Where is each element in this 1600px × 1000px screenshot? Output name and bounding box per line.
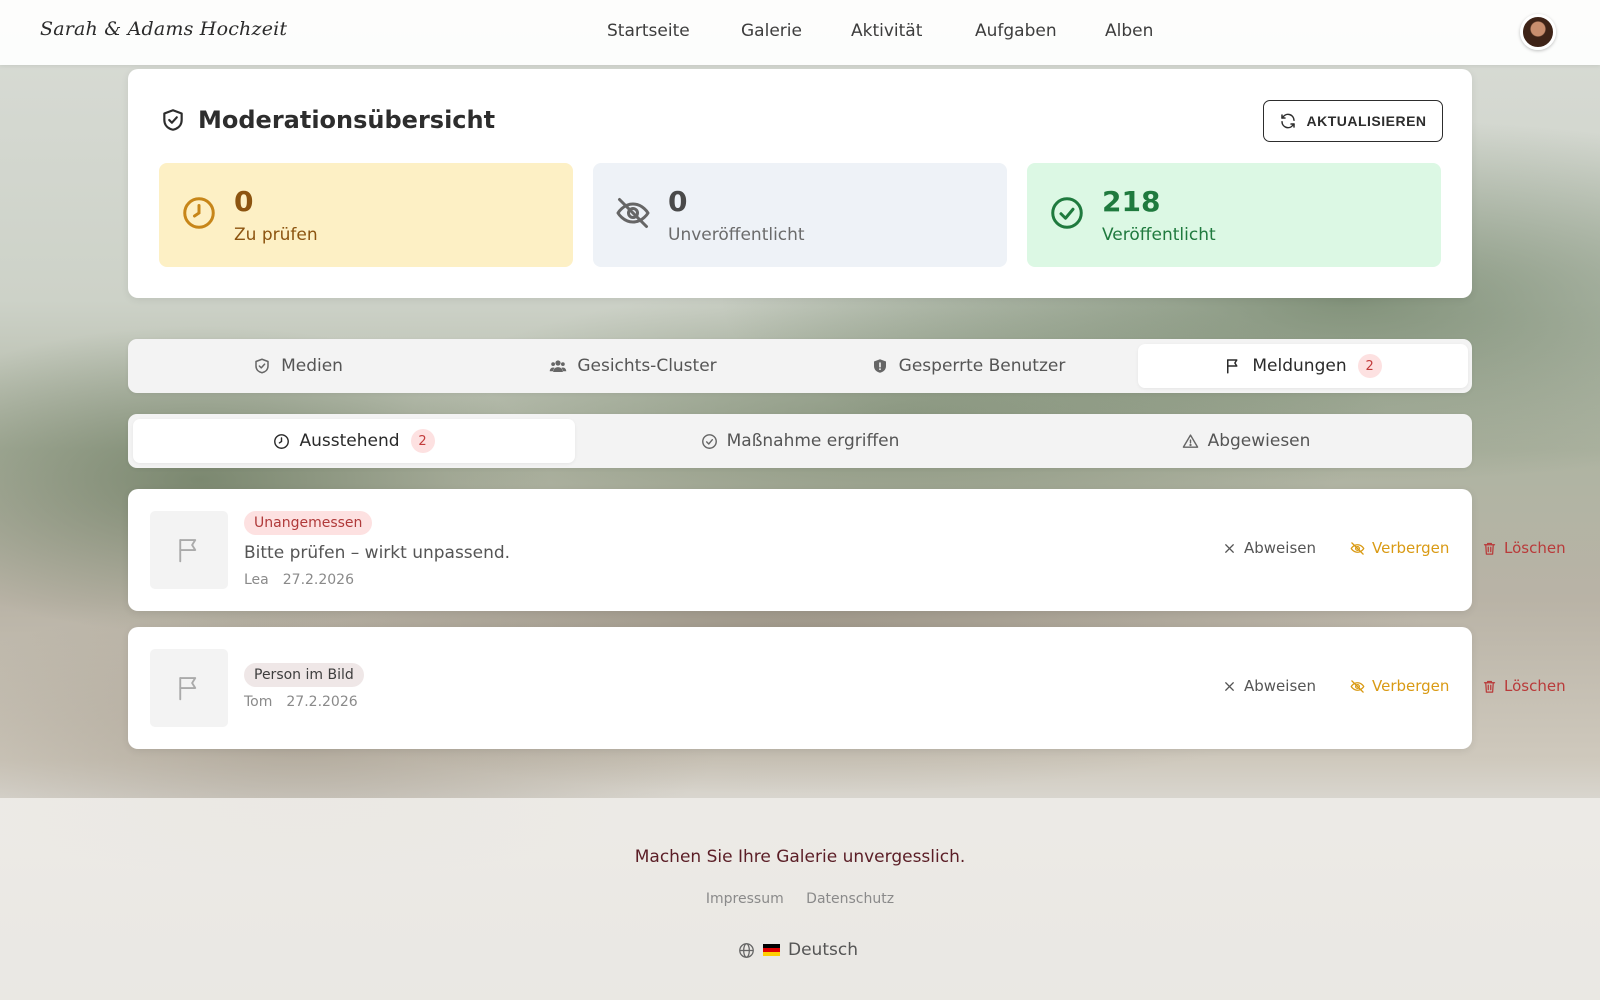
nav-aufgaben[interactable]: Aufgaben: [975, 21, 1057, 41]
count-badge: 2: [1357, 354, 1382, 378]
stat-to-review[interactable]: 0 Zu prüfen: [159, 163, 573, 267]
delete-label: Löschen: [1504, 677, 1566, 695]
stat-unpublished[interactable]: 0 Unveröffentlicht: [593, 163, 1007, 267]
check-circle-icon: [1051, 197, 1083, 229]
nav-aktivitaet[interactable]: Aktivität: [851, 21, 922, 41]
dismiss-button[interactable]: Abweisen: [1222, 677, 1316, 695]
shield-alert-icon: [873, 359, 886, 373]
flag-icon: [179, 677, 197, 701]
subtab-massnahme-ergriffen[interactable]: Maßnahme ergriffen: [579, 419, 1021, 463]
check-circle-icon: [701, 433, 717, 449]
hide-label: Verbergen: [1372, 677, 1450, 695]
subtab-label: Maßnahme ergriffen: [726, 431, 900, 451]
footer-link-impressum[interactable]: Impressum: [706, 891, 784, 907]
report-item: Unangemessen Bitte prüfen – wirkt unpass…: [128, 489, 1566, 611]
eye-off-icon: [1350, 679, 1365, 693]
report-meta: Tom 27.2.2026: [244, 694, 358, 710]
hide-button[interactable]: Verbergen: [1350, 539, 1449, 557]
hide-label: Verbergen: [1372, 539, 1450, 557]
trash-icon: [1483, 680, 1496, 693]
nav-galerie[interactable]: Galerie: [741, 21, 802, 41]
site-logo[interactable]: Sarah & Adams Hochzeit: [40, 18, 287, 40]
shield-check-icon: [163, 109, 183, 131]
tab-medien[interactable]: Medien: [133, 344, 463, 388]
report-reason-badge: Person im Bild: [244, 663, 364, 687]
report-date: 27.2.2026: [286, 694, 358, 710]
dismiss-label: Abweisen: [1244, 539, 1316, 557]
close-icon: [1225, 543, 1234, 553]
delete-button[interactable]: Löschen: [1482, 539, 1566, 557]
trash-icon: [1483, 542, 1496, 555]
top-header: Sarah & Adams Hochzeit Startseite Galeri…: [0, 0, 1600, 65]
flag-icon: [1227, 359, 1238, 374]
language-label: Deutsch: [788, 940, 858, 960]
report-status-tabs: Ausstehend 2 Maßnahme ergriffen Abgewies…: [128, 414, 1472, 468]
globe-icon: [739, 942, 754, 958]
nav-alben[interactable]: Alben: [1105, 21, 1153, 41]
overview-title-row: Moderationsübersicht: [160, 106, 495, 134]
dismiss-button[interactable]: Abweisen: [1222, 539, 1316, 557]
subtab-abgewiesen[interactable]: Abgewiesen: [1025, 419, 1467, 463]
report-meta: Lea 27.2.2026: [244, 572, 354, 588]
warning-icon: [1182, 433, 1198, 448]
report-thumbnail[interactable]: [150, 511, 228, 589]
stat-value: 0: [234, 185, 254, 218]
report-item: Person im Bild Tom 27.2.2026 Abweisen Ver…: [128, 627, 1566, 749]
tab-label: Meldungen: [1252, 356, 1347, 376]
stat-label: Veröffentlicht: [1102, 225, 1216, 245]
stat-label: Zu prüfen: [234, 225, 318, 245]
stat-published[interactable]: 218 Veröffentlicht: [1027, 163, 1441, 267]
stat-value: 218: [1102, 185, 1161, 218]
footer-links: Impressum Datenschutz: [0, 891, 1600, 907]
report-thumbnail[interactable]: [150, 649, 228, 727]
german-flag-icon: [763, 944, 780, 956]
users-icon: [550, 360, 567, 372]
stat-value: 0: [668, 185, 688, 218]
delete-button[interactable]: Löschen: [1482, 677, 1566, 695]
stat-label: Unveröffentlicht: [668, 225, 805, 245]
user-avatar[interactable]: [1520, 14, 1556, 50]
report-user: Lea: [244, 572, 269, 588]
moderation-overview-card: Moderationsübersicht AKTUALISIEREN 0 Zu …: [128, 69, 1472, 298]
hide-button[interactable]: Verbergen: [1350, 677, 1449, 695]
tab-gesichts-cluster[interactable]: Gesichts-Cluster: [468, 344, 798, 388]
count-badge: 2: [410, 429, 435, 453]
report-user: Tom: [244, 694, 273, 710]
close-icon: [1225, 681, 1234, 691]
footer-link-datenschutz[interactable]: Datenschutz: [806, 891, 894, 907]
eye-off-icon: [616, 198, 650, 228]
moderation-tabs: Medien Gesichts-Cluster Gesperrte Benutz…: [128, 339, 1472, 393]
clock-icon: [183, 197, 215, 229]
subtab-label: Abgewiesen: [1207, 431, 1311, 451]
clock-icon: [274, 433, 290, 449]
refresh-icon: [1281, 113, 1296, 129]
dismiss-label: Abweisen: [1244, 677, 1316, 695]
tab-meldungen[interactable]: Meldungen 2: [1138, 344, 1468, 388]
subtab-label: Ausstehend: [299, 431, 400, 451]
report-reason-badge: Unangemessen: [244, 511, 373, 535]
tab-label: Medien: [281, 356, 343, 376]
report-date: 27.2.2026: [282, 572, 355, 588]
refresh-button[interactable]: AKTUALISIEREN: [1263, 100, 1443, 142]
nav-startseite[interactable]: Startseite: [607, 21, 690, 41]
refresh-label: AKTUALISIEREN: [1306, 113, 1427, 129]
eye-off-icon: [1350, 541, 1365, 555]
language-selector[interactable]: Deutsch: [738, 940, 858, 960]
page-title: Moderationsübersicht: [198, 106, 496, 134]
subtab-ausstehend[interactable]: Ausstehend 2: [133, 419, 575, 463]
footer-tagline: Machen Sie Ihre Galerie unvergesslich.: [634, 847, 966, 867]
delete-label: Löschen: [1504, 539, 1566, 557]
tab-label: Gesperrte Benutzer: [898, 356, 1066, 376]
tab-gesperrte-benutzer[interactable]: Gesperrte Benutzer: [803, 344, 1133, 388]
shield-check-icon: [255, 358, 269, 374]
report-description: Bitte prüfen – wirkt unpassend.: [244, 543, 511, 563]
flag-icon: [179, 539, 197, 563]
tab-label: Gesichts-Cluster: [577, 356, 717, 376]
